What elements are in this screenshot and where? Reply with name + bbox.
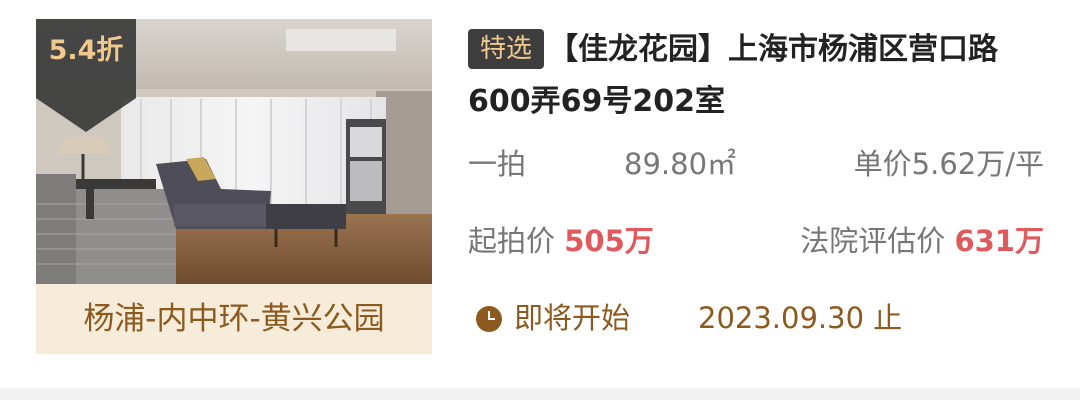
end-date: 2023.09.30 止 <box>698 301 903 335</box>
clock-icon <box>476 306 502 332</box>
prices-row: 起拍价 505万 法院评估价 631万 <box>468 219 1044 263</box>
status-label: 即将开始 <box>514 301 631 335</box>
auction-round: 一拍 <box>468 147 527 181</box>
listing-title-text: 【佳龙花园】上海市杨浦区营口路600弄69号202室 <box>468 32 999 119</box>
card-separator <box>0 388 1080 400</box>
location-bar: 杨浦-内中环-黄兴公园 <box>36 284 432 354</box>
eval-price: 法院评估价 631万 <box>800 219 1044 263</box>
start-price-value: 505万 <box>564 224 654 258</box>
eval-price-label: 法院评估价 <box>800 224 946 258</box>
listing-title[interactable]: 特选 【佳龙花园】上海市杨浦区营口路600弄69号202室 <box>468 24 1048 128</box>
start-price: 起拍价 505万 <box>468 219 654 263</box>
unit-price: 单价5.62万/平 <box>853 147 1044 181</box>
start-price-label: 起拍价 <box>468 224 556 258</box>
status-row: 即将开始 2023.09.30 止 <box>468 296 1044 340</box>
specs-row: 一拍 89.80㎡ 单价5.62万/平 <box>468 142 1044 186</box>
area-value: 89.80㎡ <box>624 147 737 181</box>
discount-text: 5.4折 <box>48 35 124 66</box>
listing-thumbnail[interactable]: 5.4折 杨浦-内中环-黄兴公园 <box>36 19 432 354</box>
eval-price-value: 631万 <box>954 224 1044 258</box>
location-text: 杨浦-内中环-黄兴公园 <box>83 301 385 337</box>
featured-tag: 特选 <box>468 29 545 69</box>
listing-card[interactable]: 5.4折 杨浦-内中环-黄兴公园 特选 【佳龙花园】上海市杨浦区营口路600弄69… <box>0 0 1080 388</box>
